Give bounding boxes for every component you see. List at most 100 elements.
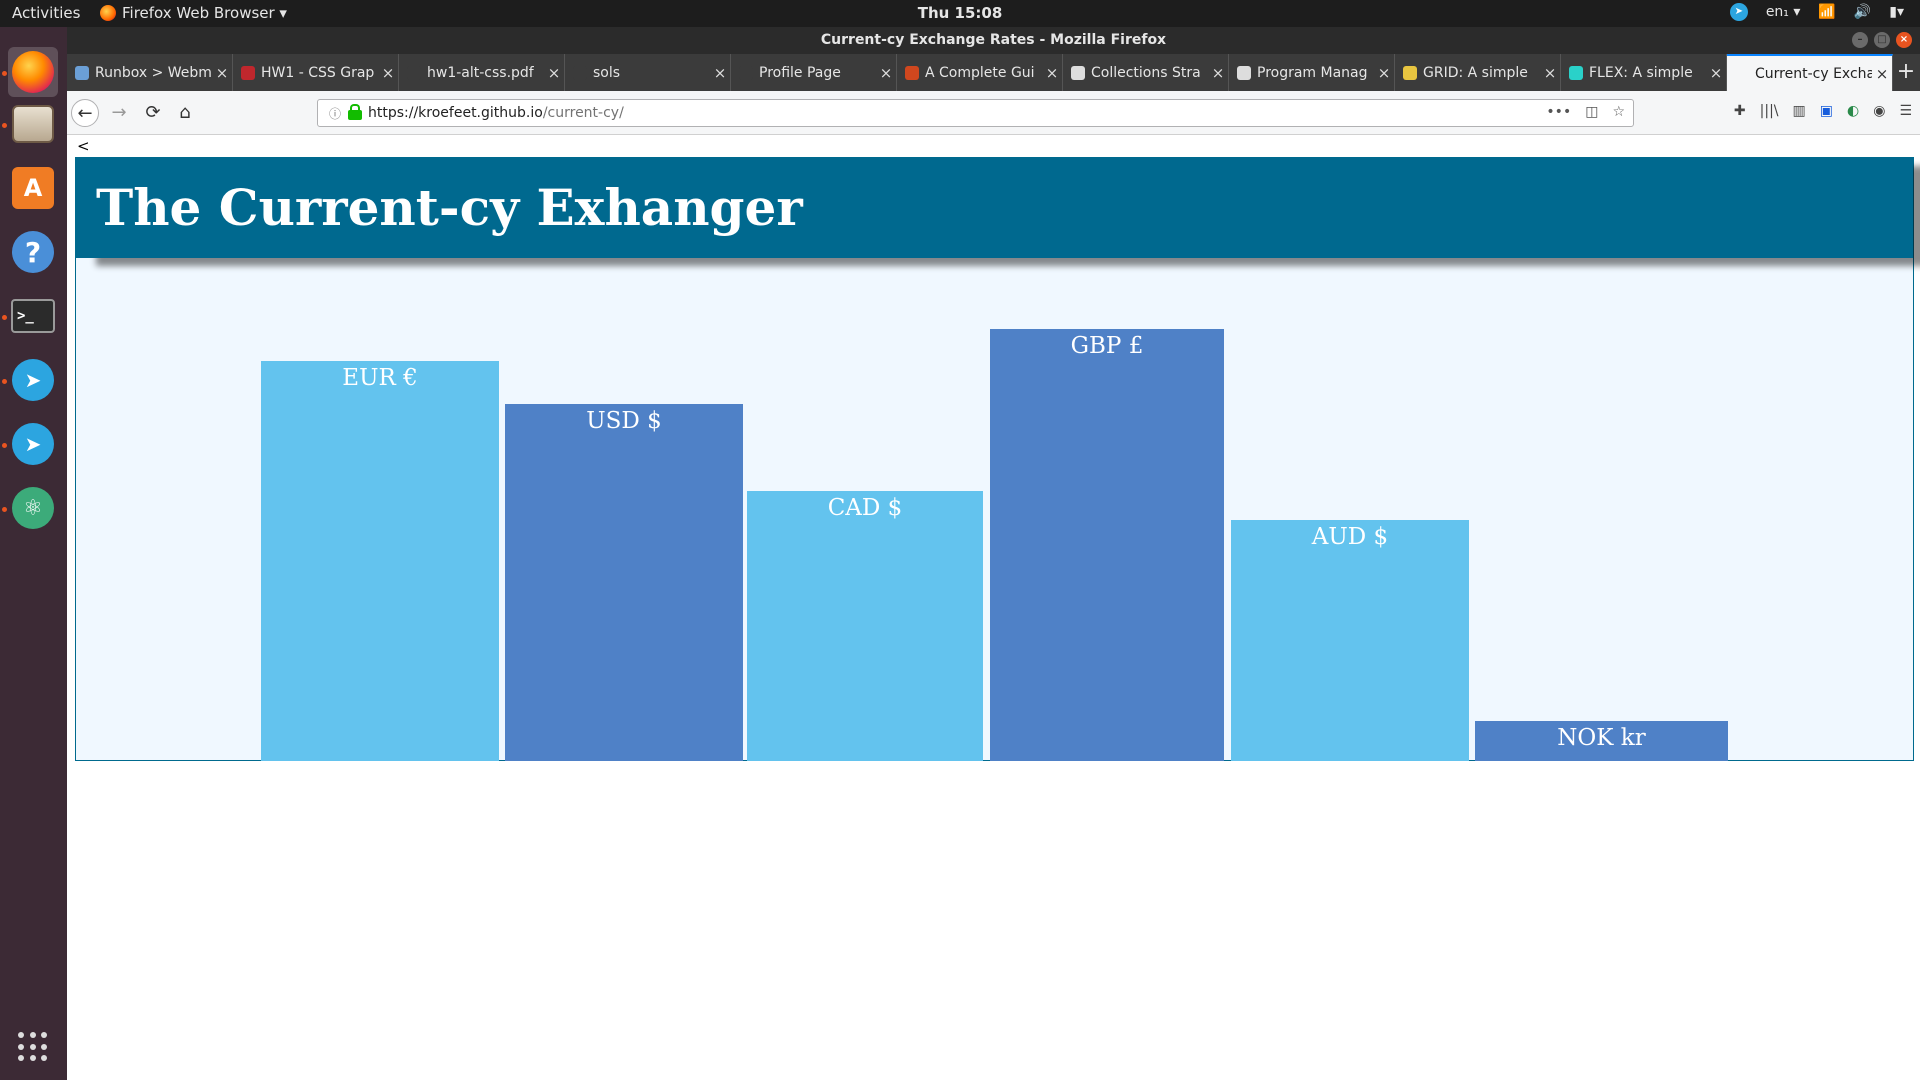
browser-tab[interactable]: A Complete Gui × xyxy=(897,54,1063,91)
tab-favicon-icon xyxy=(407,65,421,80)
forward-button[interactable]: → xyxy=(105,99,133,127)
page-actions-icon[interactable]: ••• xyxy=(1546,104,1571,120)
tab-close-icon[interactable]: × xyxy=(1706,64,1726,82)
telegram-icon: ➤ xyxy=(12,359,54,401)
bookmark-star-icon[interactable]: ☆ xyxy=(1612,104,1625,120)
tab-title: Collections Stra xyxy=(1091,64,1201,81)
browser-tab[interactable]: Runbox > Webm × xyxy=(67,54,233,91)
tab-favicon-icon xyxy=(1735,66,1749,81)
tab-favicon-icon xyxy=(1071,65,1085,80)
dock-telegram-2[interactable]: ➤ xyxy=(8,419,58,469)
firefox-icon xyxy=(12,51,54,93)
battery-icon[interactable]: ▮▾ xyxy=(1889,4,1904,20)
tab-close-icon[interactable]: × xyxy=(378,64,398,82)
tab-title: HW1 - CSS Grap xyxy=(261,64,375,81)
tab-close-icon[interactable]: × xyxy=(1540,64,1560,82)
maximize-icon[interactable]: □ xyxy=(1874,32,1890,48)
tab-favicon-icon xyxy=(75,65,89,80)
library-icon[interactable]: |||\ xyxy=(1760,103,1779,119)
language-indicator[interactable]: en₁ ▾ xyxy=(1766,4,1801,20)
tab-close-icon[interactable]: × xyxy=(710,64,730,82)
currency-bar: GBP £ xyxy=(990,329,1224,761)
tab-close-icon[interactable]: × xyxy=(544,64,564,82)
browser-tab[interactable]: hw1-alt-css.pdf × xyxy=(399,54,565,91)
browser-tab[interactable]: HW1 - CSS Grap × xyxy=(233,54,399,91)
url-actions: ••• ◫ ☆ xyxy=(1546,104,1625,120)
currency-bar: CAD $ xyxy=(747,491,983,761)
show-applications-icon[interactable] xyxy=(18,1032,48,1062)
extensions-icon[interactable]: ✚ xyxy=(1734,103,1746,119)
web-page: < The Current-cy Exhanger EUR € USD $ CAD … xyxy=(67,135,1920,1080)
currency-bar: EUR € xyxy=(261,361,499,761)
window-controls: – □ × xyxy=(1852,32,1912,48)
sidebar-icon[interactable]: ▥ xyxy=(1793,103,1806,119)
lock-icon[interactable] xyxy=(348,104,362,120)
pocket-icon[interactable]: ◫ xyxy=(1585,104,1598,120)
back-button[interactable]: ← xyxy=(71,99,99,127)
app-header: The Current-cy Exhanger xyxy=(76,158,1913,258)
tab-favicon-icon xyxy=(1569,65,1583,80)
telegram-icon: ➤ xyxy=(12,423,54,465)
dock-firefox[interactable] xyxy=(8,47,58,97)
currency-bar-label: GBP £ xyxy=(1070,333,1144,359)
running-indicator xyxy=(2,123,7,128)
tab-close-icon[interactable]: × xyxy=(1374,64,1394,82)
new-tab-button[interactable]: + xyxy=(1893,54,1919,91)
menu-icon[interactable]: ☰ xyxy=(1899,103,1912,119)
dock-help[interactable]: ? xyxy=(8,227,58,277)
browser-tab[interactable]: FLEX: A simple × xyxy=(1561,54,1727,91)
clock[interactable]: Thu 15:08 xyxy=(918,4,1003,22)
tab-title: FLEX: A simple xyxy=(1589,64,1693,81)
dock: A ? >_ ➤ ➤ ⚛ xyxy=(0,27,67,1080)
account-icon[interactable]: ◉ xyxy=(1873,103,1885,119)
browser-tab[interactable]: Program Manag × xyxy=(1229,54,1395,91)
reload-button[interactable]: ⟳ xyxy=(139,99,167,127)
dock-files[interactable] xyxy=(8,99,58,149)
info-icon[interactable]: ⓘ xyxy=(324,105,346,122)
browser-tab[interactable]: GRID: A simple × xyxy=(1395,54,1561,91)
volume-icon[interactable]: 🔊 xyxy=(1854,4,1871,20)
tab-close-icon[interactable]: × xyxy=(1872,65,1892,83)
back-link[interactable]: < xyxy=(77,137,90,155)
tab-favicon-icon xyxy=(573,65,587,80)
tab-close-icon[interactable]: × xyxy=(212,64,232,82)
browser-tab[interactable]: Collections Stra × xyxy=(1063,54,1229,91)
dock-software[interactable]: A xyxy=(8,163,58,213)
tab-close-icon[interactable]: × xyxy=(1208,64,1228,82)
tab-strip: Runbox > Webm × HW1 - CSS Grap × hw1-alt-css… xyxy=(67,54,1920,91)
currency-bar-label: NOK kr xyxy=(1557,725,1646,751)
running-indicator xyxy=(2,71,7,76)
telegram-tray-icon[interactable]: ➤ xyxy=(1729,3,1748,21)
browser-tab[interactable]: sols × xyxy=(565,54,731,91)
tab-title: Program Manag xyxy=(1257,64,1368,81)
tab-title: Current-cy Exchang xyxy=(1755,65,1872,82)
minimize-icon[interactable]: – xyxy=(1852,32,1868,48)
tab-close-icon[interactable]: × xyxy=(876,64,896,82)
window-titlebar[interactable]: Current-cy Exchange Rates - Mozilla Fire… xyxy=(67,27,1920,54)
system-top-bar: Activities Firefox Web Browser ▾ Thu 15:… xyxy=(0,0,1920,27)
home-button[interactable]: ⌂ xyxy=(171,99,199,127)
dock-telegram[interactable]: ➤ xyxy=(8,355,58,405)
currency-bar: USD $ xyxy=(505,404,743,761)
running-indicator xyxy=(2,379,7,384)
close-window-icon[interactable]: × xyxy=(1896,32,1912,48)
browser-tab[interactable]: Profile Page × xyxy=(731,54,897,91)
atom-icon: ⚛ xyxy=(12,487,54,529)
browser-tab[interactable]: Current-cy Exchang× xyxy=(1727,54,1893,91)
tab-favicon-icon xyxy=(1237,65,1251,80)
bitwarden-icon[interactable]: ▣ xyxy=(1820,103,1833,119)
wifi-icon[interactable]: 📶 xyxy=(1818,4,1835,20)
tab-title: hw1-alt-css.pdf xyxy=(427,64,534,81)
dock-atom[interactable]: ⚛ xyxy=(8,483,58,533)
tab-title: A Complete Gui xyxy=(925,64,1035,81)
activities-button[interactable]: Activities xyxy=(12,4,80,22)
tab-favicon-icon xyxy=(241,65,255,80)
dock-terminal[interactable]: >_ xyxy=(8,291,58,341)
extension-icon[interactable]: ◐ xyxy=(1847,103,1859,119)
currency-bar-label: AUD $ xyxy=(1311,524,1389,550)
currency-bar: AUD $ xyxy=(1231,520,1469,761)
tab-close-icon[interactable]: × xyxy=(1042,64,1062,82)
url-bar[interactable]: ⓘ https://kroefeet.github.io/current-cy/… xyxy=(317,99,1634,127)
app-menu[interactable]: Firefox Web Browser ▾ xyxy=(100,4,287,22)
window-title: Current-cy Exchange Rates - Mozilla Fire… xyxy=(820,32,1167,48)
